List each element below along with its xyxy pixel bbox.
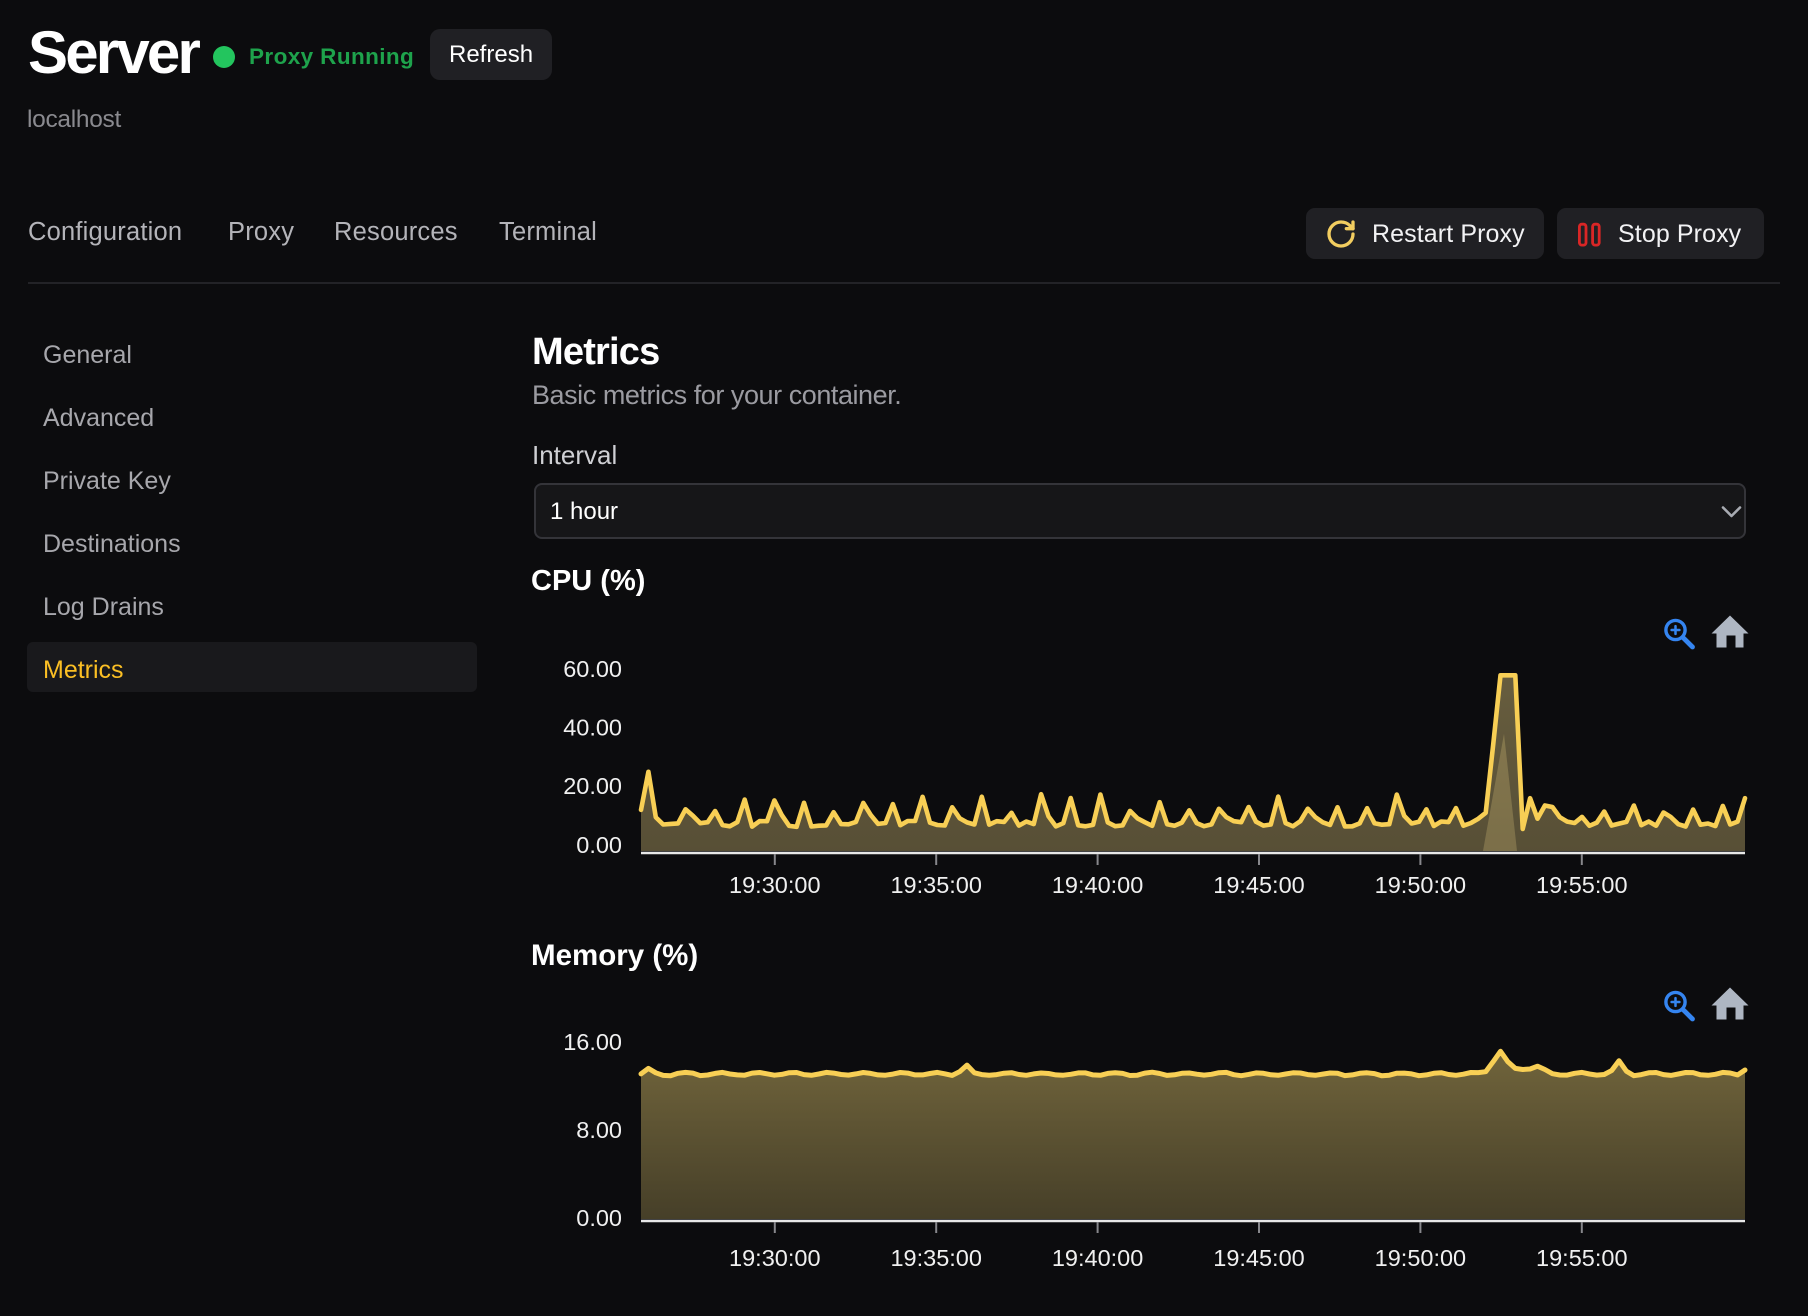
svg-text:20.00: 20.00 (563, 773, 622, 799)
svg-text:19:50:00: 19:50:00 (1375, 1245, 1466, 1271)
svg-text:19:55:00: 19:55:00 (1536, 1245, 1627, 1271)
svg-text:19:55:00: 19:55:00 (1536, 872, 1627, 898)
svg-text:19:40:00: 19:40:00 (1052, 1245, 1143, 1271)
svg-text:16.00: 16.00 (563, 1029, 622, 1055)
svg-text:0.00: 0.00 (576, 832, 622, 858)
svg-text:19:35:00: 19:35:00 (890, 872, 981, 898)
svg-text:60.00: 60.00 (563, 656, 622, 682)
svg-text:0.00: 0.00 (576, 1205, 622, 1231)
svg-text:19:50:00: 19:50:00 (1375, 872, 1466, 898)
svg-text:40.00: 40.00 (563, 714, 622, 740)
svg-text:19:45:00: 19:45:00 (1213, 1245, 1304, 1271)
svg-text:19:40:00: 19:40:00 (1052, 872, 1143, 898)
svg-text:19:45:00: 19:45:00 (1213, 872, 1304, 898)
svg-text:8.00: 8.00 (576, 1117, 622, 1143)
svg-text:19:30:00: 19:30:00 (729, 1245, 820, 1271)
svg-text:19:35:00: 19:35:00 (890, 1245, 981, 1271)
svg-text:19:30:00: 19:30:00 (729, 872, 820, 898)
